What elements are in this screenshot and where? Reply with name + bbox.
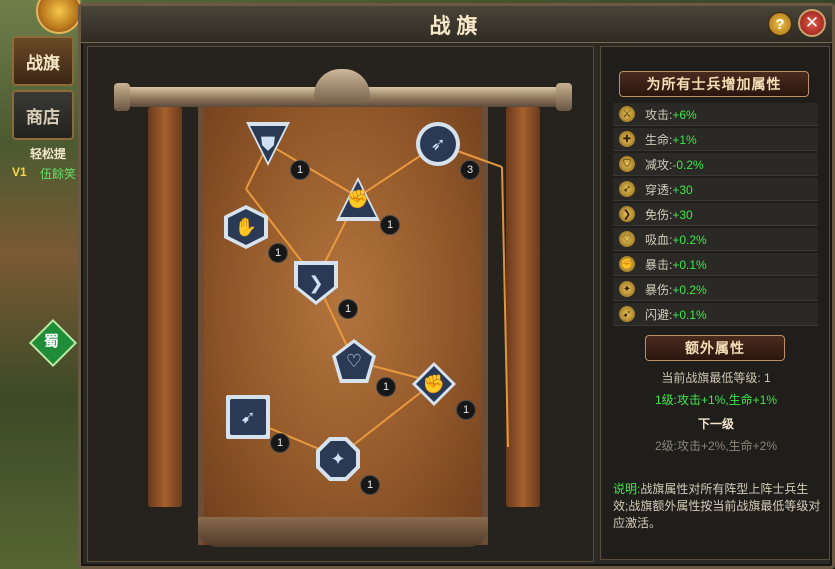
flag-banner-area: ⛊ 1 ➶ 3 ✊ 1 ✋ 1 ❯ 1 ♡ 1 ✊ 1 ➹ 1 ✦ 1	[87, 46, 594, 562]
scene-name: 伍餘笑	[40, 167, 77, 181]
current-level-line: 当前战旗最低等级: 1	[601, 369, 831, 386]
node-level-badge: 1	[360, 475, 380, 495]
spear-icon: ➶	[430, 133, 446, 154]
pierce-icon: ➶	[619, 181, 635, 197]
description-label: 说明:	[613, 482, 641, 496]
attr-value: +0.1%	[672, 258, 707, 272]
life-icon: ✚	[619, 131, 635, 147]
node-level-badge: 3	[460, 160, 480, 180]
attr-value: +6%	[672, 108, 697, 122]
attr-label: 生命:	[645, 133, 673, 147]
node-level-badge: 1	[376, 377, 396, 397]
flag-node-hexagon[interactable]: ✋	[224, 205, 268, 249]
attr-label-wrap: 闪避:+0.1%	[645, 306, 707, 323]
attr-row: ✦ 暴伤:+0.2%	[613, 278, 818, 301]
attr-label: 穿透:	[645, 183, 673, 197]
scene-text: 轻松提	[30, 147, 67, 161]
attr-label-wrap: 吸血:+0.2%	[645, 231, 707, 248]
next-bonus: 2级:攻击+2%,生命+2%	[654, 439, 778, 453]
node-level-badge: 1	[270, 433, 290, 453]
node-level-badge: 1	[338, 299, 358, 319]
attr-row: ♡ 吸血:+0.2%	[613, 228, 818, 251]
attr-value: +0.2%	[672, 233, 707, 247]
attr-label: 免伤:	[645, 208, 673, 222]
attr-row: ✊ 暴击:+0.1%	[613, 253, 818, 276]
faction-label: 蜀	[44, 333, 60, 350]
current-bonus: 1级:攻击+1%,生命+1%	[654, 393, 778, 407]
lifesteal-icon: ♡	[619, 231, 635, 247]
flag-node-triangle[interactable]: ⛊	[246, 122, 290, 166]
attr-row: ✚ 生命:+1%	[613, 128, 818, 151]
attr-row: ❯ 免伤:+30	[613, 203, 818, 226]
attr-label: 攻击:	[645, 108, 673, 122]
current-level-value: 1	[764, 371, 771, 385]
flag-node-diamond[interactable]: ✊	[412, 362, 456, 406]
reduce-icon: ⛉	[619, 156, 635, 172]
next-level-header: 下一级	[697, 417, 734, 431]
triangle-crest-icon: ⛊	[261, 133, 275, 154]
attr-row: ➶ 穿透:+30	[613, 178, 818, 201]
attr-label-wrap: 穿透:+30	[645, 181, 693, 198]
dodge-icon: ➹	[619, 306, 635, 322]
attr-value: -0.2%	[672, 158, 704, 172]
attr-label-wrap: 免伤:+30	[645, 206, 693, 223]
extra-header: 额外属性	[645, 335, 785, 361]
flag-node-triangle-up[interactable]: ✊	[336, 177, 380, 221]
attr-label: 暴伤:	[645, 283, 673, 297]
description: 说明:战旗属性对所有阵型上阵士兵生效;战旗额外属性按当前战旗最低等级对应激活。	[613, 481, 821, 532]
attr-value: +0.2%	[672, 283, 707, 297]
attr-label: 减攻:	[645, 158, 673, 172]
attr-label-wrap: 暴伤:+0.2%	[645, 281, 707, 298]
description-text: 战旗属性对所有阵型上阵士兵生效;战旗额外属性按当前战旗最低等级对应激活。	[613, 482, 821, 530]
critdmg-icon: ✦	[619, 281, 635, 297]
heart-icon: ♡	[345, 350, 363, 371]
attribute-panel: 为所有士兵增加属性 ⚔ 攻击:+6% ✚ 生命:+1% ⛉ 减攻:-0.2% ➶…	[600, 46, 830, 560]
attr-label: 吸血:	[645, 233, 673, 247]
attack-icon: ⚔	[619, 106, 635, 122]
attr-label: 暴击:	[645, 258, 673, 272]
arm-icon: ✋	[234, 216, 258, 237]
immune-icon: ❯	[619, 206, 635, 222]
title-bar: 战旗 ? ✕	[81, 6, 832, 43]
attr-row: ⛉ 减攻:-0.2%	[613, 153, 818, 176]
node-level-badge: 1	[290, 160, 310, 180]
node-level-badge: 1	[380, 215, 400, 235]
attr-label: 闪避:	[645, 308, 673, 322]
attr-label-wrap: 生命:+1%	[645, 131, 697, 148]
tab-shop[interactable]: 商店	[12, 90, 74, 140]
flag-node-octagon[interactable]: ✦	[316, 437, 360, 481]
attr-label-wrap: 攻击:+6%	[645, 106, 697, 123]
muscle-icon: ✊	[346, 188, 370, 209]
close-button[interactable]: ✕	[798, 9, 826, 37]
attr-label-wrap: 减攻:-0.2%	[645, 156, 704, 173]
attr-value: +1%	[672, 133, 697, 147]
attr-value: +30	[672, 208, 693, 222]
war-flag-window: 战旗 ? ✕ ⛊ 1 ➶ 3 ✊ 1 ✋ 1 ❯ 1 ♡ 1 ✊ 1 ➹ 1 ✦…	[78, 3, 835, 569]
attr-row: ⚔ 攻击:+6%	[613, 103, 818, 126]
flag-node-pentagon[interactable]: ♡	[332, 339, 376, 383]
attributes-header: 为所有士兵增加属性	[619, 71, 809, 97]
help-button[interactable]: ?	[768, 12, 792, 36]
flag-node-square[interactable]: ➹	[226, 395, 270, 439]
current-level-label: 当前战旗最低等级:	[661, 371, 761, 385]
flag-node-circle[interactable]: ➶	[416, 122, 460, 166]
attr-label-wrap: 暴击:+0.1%	[645, 256, 707, 273]
attr-row: ➹ 闪避:+0.1%	[613, 303, 818, 326]
claw-icon: ✦	[330, 448, 346, 469]
node-level-badge: 1	[456, 400, 476, 420]
fist-icon: ✊	[422, 373, 446, 394]
crit-icon: ✊	[619, 256, 635, 272]
tab-war-flag[interactable]: 战旗	[12, 36, 74, 86]
scene-vip: V1	[12, 165, 27, 179]
node-level-badge: 1	[268, 243, 288, 263]
link	[501, 166, 509, 448]
attr-value: +30	[672, 183, 693, 197]
running-icon: ➹	[240, 406, 256, 427]
attr-value: +0.1%	[672, 308, 707, 322]
window-title: 战旗	[429, 15, 484, 38]
flag-node-shield[interactable]: ❯	[294, 261, 338, 305]
wing-icon: ❯	[308, 272, 324, 293]
